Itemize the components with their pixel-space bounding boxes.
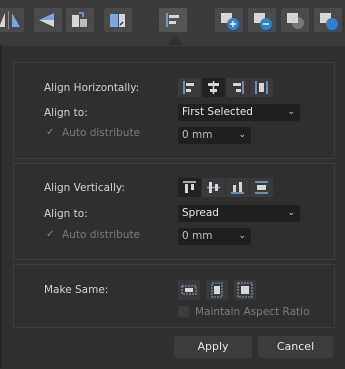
chevron-down-icon: ⌄ [287, 107, 295, 117]
maintain-aspect-checkbox[interactable] [178, 306, 189, 317]
align-horizontal-buttons [178, 78, 273, 97]
same-width-button[interactable] [178, 280, 200, 300]
make-same-label: Make Same: [44, 284, 109, 296]
align-top-button[interactable] [178, 178, 202, 197]
align-to-value-vertical: Spread [182, 207, 219, 219]
divide-shape-icon[interactable] [314, 8, 342, 32]
apply-button[interactable]: Apply [174, 336, 252, 358]
align-to-value-horizontal: First Selected [182, 106, 253, 118]
align-bottom-button[interactable] [226, 178, 250, 197]
add-shape-icon[interactable] [215, 8, 243, 32]
chevron-down-icon: ⌄ [238, 130, 246, 140]
align-right-button[interactable] [226, 78, 250, 97]
space-vertical-button[interactable] [250, 178, 273, 197]
align-to-label-vertical: Align to: [44, 208, 88, 220]
auto-distribute-label-vertical[interactable]: Auto distribute [62, 229, 140, 241]
spacing-dropdown-vertical[interactable]: 0 mm ⌄ [178, 228, 251, 245]
align-left-button[interactable] [178, 78, 202, 97]
spacing-value-vertical: 0 mm [182, 230, 213, 242]
flip-vertical-icon[interactable] [34, 8, 62, 32]
auto-distribute-label-horizontal[interactable]: Auto distribute [62, 127, 140, 139]
align-horizontally-label: Align Horizontally: [44, 82, 140, 94]
cancel-button[interactable]: Cancel [258, 336, 333, 358]
same-size-button[interactable] [234, 280, 256, 300]
alignment-icon[interactable] [159, 8, 187, 32]
align-center-button[interactable] [202, 78, 226, 97]
align-to-dropdown-vertical[interactable]: Spread ⌄ [178, 205, 300, 222]
maintain-aspect-label: Maintain Aspect Ratio [195, 306, 310, 318]
spacing-dropdown-horizontal[interactable]: 0 mm ⌄ [178, 127, 251, 144]
flip-horizontal-icon[interactable] [0, 8, 24, 32]
align-to-dropdown-horizontal[interactable]: First Selected ⌄ [178, 104, 300, 121]
align-vertically-label: Align Vertically: [44, 182, 125, 194]
toolbar [0, 0, 345, 46]
move-backward-icon[interactable] [104, 8, 132, 32]
align-vertical-buttons [178, 178, 273, 197]
align-to-label-horizontal: Align to: [44, 107, 88, 119]
move-forward-icon[interactable] [66, 8, 94, 32]
panel-edge [0, 45, 2, 368]
spacing-value-horizontal: 0 mm [182, 129, 213, 141]
same-height-button[interactable] [206, 280, 228, 300]
subtract-shape-icon[interactable] [248, 8, 276, 32]
checkmark-icon: ✓ [46, 127, 55, 138]
make-same-section [13, 264, 335, 328]
chevron-down-icon: ⌄ [287, 208, 295, 218]
chevron-down-icon: ⌄ [238, 231, 246, 241]
intersect-shape-icon[interactable] [281, 8, 309, 32]
align-middle-button[interactable] [202, 178, 226, 197]
space-horizontal-button[interactable] [250, 78, 273, 97]
checkmark-icon: ✓ [46, 229, 55, 240]
